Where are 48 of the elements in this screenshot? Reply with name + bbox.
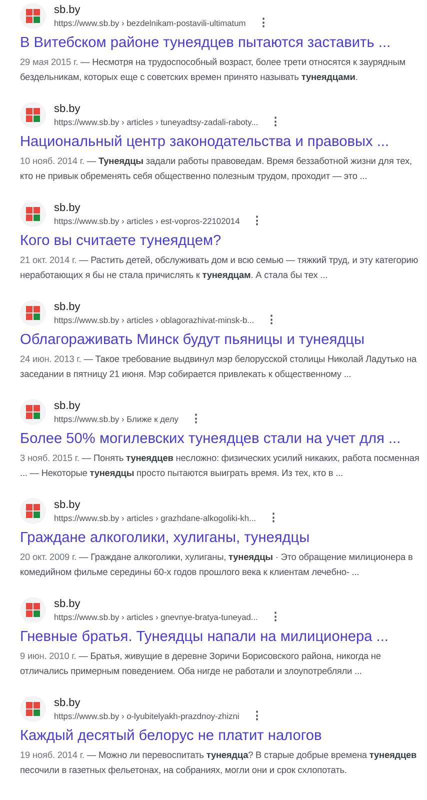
site-logo-icon	[26, 108, 40, 122]
result-snippet: 9 июн. 2010 г. — Братья, живущие в деревне Зоричи Борисовского района, никогда не отличались примерным поведением. Оба нигде не работали и злоупотребляли ...	[20, 650, 382, 678]
site-logo-icon	[26, 306, 40, 320]
result-title-link[interactable]: Кого вы считаете тунеядцем?	[20, 231, 222, 251]
site-url: https://www.sb.by › articles › oblagorazhivat-minsk-b...	[54, 314, 254, 326]
site-url: https://www.sb.by › articles › gnevnye-bratya-tuneyad...	[54, 610, 258, 622]
result-snippet: 3 нояб. 2015 г. — Понять тунеядцев несложно: физических усилий никаких, работа посменная ... — Некоторые тунеядцы просто пытаются выиграть время. Из тех, кто в ...	[20, 452, 420, 480]
site-logo-icon	[26, 602, 40, 616]
result-title-link[interactable]: Национальный центр законодательства и правовых ...	[20, 132, 390, 152]
more-options-button[interactable]: ⋮	[254, 16, 273, 28]
more-options-button[interactable]: ⋮	[186, 412, 206, 424]
more-options-button[interactable]: ⋮	[266, 116, 286, 128]
result-title-link[interactable]: Граждане алкоголики, хулиганы, тунеядцы	[20, 528, 310, 548]
site-name: sb.by	[54, 596, 82, 610]
site-name: sb.by	[54, 300, 82, 314]
site-url: https://www.sb.by › bezdelnikam-postavili-ultimatum	[54, 16, 246, 28]
site-url: https://www.sb.by › articles › tuneyadtsy-zadali-raboty...	[54, 116, 258, 128]
site-url: https://www.sb.by › Ближе к делу	[54, 412, 178, 424]
site-logo-icon	[26, 404, 40, 418]
site-logo-icon	[26, 702, 40, 716]
result-title-link[interactable]: Более 50% могилевских тунеядцев стали на учет для ...	[20, 429, 401, 449]
site-name: sb.by	[54, 696, 82, 710]
more-options-button[interactable]: ⋮	[247, 710, 266, 722]
result-snippet: 24 июн. 2013 г. — Такое требование выдвинул мэр белорусской столицы Николай Ладутько на заседании в пятницу 21 июня. Мэр собирается привлекать к общественному ...	[20, 353, 418, 381]
site-logo-icon	[26, 504, 40, 518]
more-options-button[interactable]: ⋮	[264, 512, 284, 524]
site-name: sb.by	[54, 398, 82, 412]
site-url: https://www.sb.by › articles › grazhdane-alkogoliki-kh...	[54, 512, 256, 524]
result-title-link[interactable]: Облагораживать Минск будут пьяницы и тунеядцы	[20, 330, 364, 350]
site-logo-icon	[26, 206, 40, 220]
result-snippet: 10 нояб. 2014 г. — Тунеядцы задали работы правоведам. Время беззаботной жизни для тех, кто не привык обременять себя общественно полезным трудом, проходит — это ...	[20, 155, 413, 183]
result-snippet: 29 мая 2015 г. — Несмотря на трудоспособный возраст, более трети относятся к заурядным бездельникам, которых еще с советских времен принято называть тунеядцами.	[20, 56, 406, 84]
result-snippet: 21 окт. 2014 г. — Растить детей, обслуживать дом и всю семью — тяжкий труд, и эту категорию неработающих я бы не стала причислять к тунеядцам. А стала бы тех ...	[20, 254, 420, 282]
more-options-button[interactable]: ⋮	[262, 314, 282, 326]
site-url: https://www.sb.by › o-lyubitelyakh-prazdnoy-zhizni	[54, 710, 240, 722]
result-snippet: 20 окт. 2009 г. — Граждане алкоголики, хулиганы, тунеядцы · Это обращение милиционера в комедийном фильме середины 60-х годов прошлого века к клиентам лечебно- ...	[20, 551, 414, 579]
site-name: sb.by	[54, 2, 82, 16]
more-options-button[interactable]: ⋮	[266, 610, 285, 622]
site-url: https://www.sb.by › articles › est-vopros-22102014	[54, 214, 240, 226]
site-name: sb.by	[54, 498, 82, 512]
site-logo-icon	[26, 8, 40, 22]
site-name: sb.by	[54, 200, 82, 214]
result-title-link[interactable]: Каждый десятый белорус не платит налогов	[20, 726, 322, 746]
more-options-button[interactable]: ⋮	[248, 214, 267, 226]
result-title-link[interactable]: Гневные братья. Тунеядцы напали на милиционера ...	[20, 627, 388, 647]
result-snippet: 19 нояб. 2014 г. — Можно ли перевоспитать тунеядца? В старые добрые времена тунеядцев песочили в газетных фельетонах, на собраниях, могли они и срок схлопотать.	[20, 749, 418, 777]
site-name: sb.by	[54, 102, 82, 116]
result-title-link[interactable]: В Витебском районе тунеядцев пытаются заставить ...	[20, 33, 391, 53]
